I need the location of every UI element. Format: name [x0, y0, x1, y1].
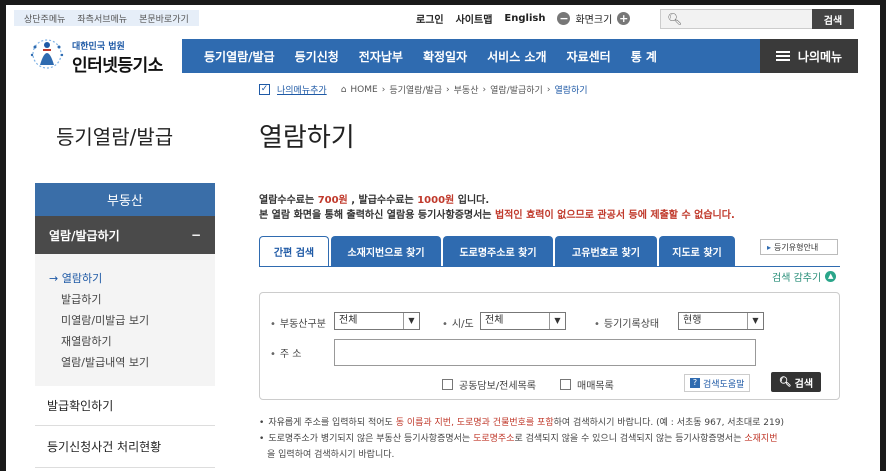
tab-simple-search[interactable]: 간편 검색: [259, 236, 329, 266]
skip-links: 상단주메뉴 좌측서브메뉴 본문바로가기: [14, 10, 199, 26]
site-logo[interactable]: 대한민국 법원 인터넷등기소: [26, 35, 176, 76]
english-link[interactable]: English: [504, 13, 545, 24]
breadcrumb-home[interactable]: HOME: [350, 85, 377, 95]
nav-item-statistics[interactable]: 통 계: [621, 48, 667, 65]
search-tabs: 간편 검색 소재지번으로 찾기 도로명주소로 찾기 고유번호로 찾기 지도로 찾…: [259, 236, 735, 266]
collapse-icon[interactable]: −: [191, 228, 201, 242]
hamburger-icon: [775, 49, 790, 63]
skip-link-content[interactable]: 본문바로가기: [139, 12, 189, 25]
sidebar-link-status[interactable]: 등기신청사건 처리현황: [35, 426, 215, 468]
breadcrumb-item[interactable]: 등기열람/발급: [389, 83, 442, 96]
hide-search-toggle[interactable]: 검색 감추기 ▲: [772, 269, 837, 284]
search-icon: 🔍︎: [778, 376, 792, 388]
sidebar-subitem-review[interactable]: 재열람하기: [49, 331, 215, 352]
top-search-input[interactable]: 🔍︎ 검색: [660, 9, 854, 29]
checkmark-icon: ✓: [259, 84, 270, 95]
search-notes: 자유롭게 주소를 입력하되 적어도 동 이름과 지번, 도로명과 건물번호를 포…: [259, 415, 859, 463]
property-type-label: 부동산구분: [270, 315, 326, 330]
search-form: 부동산구분 전체▼ 시/도 전체▼ 등기기록상태 현행▼ 주 소 공동담보/전세…: [259, 292, 840, 400]
search-help-button[interactable]: ? 검색도움말: [684, 374, 751, 392]
city-label: 시/도: [442, 315, 474, 330]
arrow-right-icon: ▸: [767, 242, 772, 252]
main-nav: 등기열람/발급 등기신청 전자납부 확정일자 서비스 소개 자료센터 통 계 나…: [182, 39, 858, 73]
checkbox-icon: [442, 379, 453, 390]
record-status-select[interactable]: 현행 ▼: [678, 312, 764, 330]
sitemap-link[interactable]: 사이트맵: [456, 11, 493, 26]
add-my-menu-link[interactable]: 나의메뉴추가: [277, 83, 327, 96]
sidebar-item-view-issue[interactable]: 열람/발급하기 −: [35, 216, 215, 254]
chevron-up-icon: ▲: [825, 271, 837, 282]
warning-line: 본 열람 화면을 통해 출력하신 열람용 등기사항증명서는 법적인 효력이 없으…: [259, 210, 735, 221]
question-icon: ?: [690, 378, 700, 388]
sidebar-subitem-unviewed[interactable]: 미열람/미발급 보기: [49, 310, 215, 331]
note-item: 자유롭게 주소를 입력하되 적어도 동 이름과 지번, 도로명과 건물번호를 포…: [259, 415, 859, 431]
nav-item-apply[interactable]: 등기신청: [285, 48, 349, 65]
note-item: 도로명주소가 병기되지 않은 부동산 등기사항증명서는 도로명주소로 검색되지 …: [259, 431, 859, 447]
tab-underline: [259, 266, 840, 267]
fee-notice: 열람수수료는 700원 , 발급수수료는 1000원 입니다. 본 열람 화면을…: [259, 193, 735, 223]
zoom-control: − 화면크기 +: [557, 11, 631, 26]
zoom-out-icon[interactable]: −: [557, 11, 571, 25]
court-emblem-icon: [30, 39, 64, 69]
tab-unique-number[interactable]: 고유번호로 찾기: [555, 236, 657, 266]
sidebar-item-label: 열람/발급하기: [49, 228, 120, 243]
search-button[interactable]: 🔍︎ 검색: [771, 372, 821, 392]
breadcrumb-separator: ›: [381, 84, 386, 95]
tab-lot-number[interactable]: 소재지번으로 찾기: [331, 236, 441, 266]
search-icon: 🔍︎: [667, 12, 683, 26]
sidebar-title: 등기열람/발급: [56, 125, 174, 149]
nav-item-service-intro[interactable]: 서비스 소개: [477, 48, 556, 65]
skip-link-side-menu[interactable]: 좌측서브메뉴: [77, 12, 127, 25]
nav-item-view-issue[interactable]: 등기열람/발급: [182, 48, 285, 65]
breadcrumb-item[interactable]: 부동산: [454, 83, 479, 96]
breadcrumb-separator: ›: [482, 84, 487, 95]
chevron-down-icon: ▼: [549, 313, 565, 329]
breadcrumb-separator: ›: [446, 84, 450, 95]
fee-line: 열람수수료는 700원 , 발급수수료는 1000원 입니다.: [259, 195, 490, 206]
nav-item-payment[interactable]: 전자납부: [349, 48, 413, 65]
my-menu-label: 나의메뉴: [797, 49, 843, 64]
tab-road-address[interactable]: 도로명주소로 찾기: [443, 236, 553, 266]
type-guide-button[interactable]: ▸ 등기유형안내: [760, 239, 838, 255]
tab-map[interactable]: 지도로 찾기: [659, 236, 735, 266]
breadcrumb-separator: ›: [546, 84, 551, 95]
utility-bar: 로그인 사이트맵 English − 화면크기 +: [416, 9, 631, 27]
joint-collateral-checkbox[interactable]: 공동담보/전세목록: [442, 377, 536, 392]
logo-title: 인터넷등기소: [72, 56, 163, 76]
sidebar-category[interactable]: 부동산: [35, 183, 215, 216]
zoom-in-icon[interactable]: +: [617, 11, 631, 25]
chevron-down-icon: ▼: [747, 313, 763, 329]
sidebar-subitem-view[interactable]: → 열람하기: [49, 268, 215, 289]
breadcrumb: ✓ 나의메뉴추가 ⌂ HOME › 등기열람/발급 › 부동산 › 열람/발급하…: [259, 83, 588, 96]
sidebar-subitem-history[interactable]: 열람/발급내역 보기: [49, 352, 215, 373]
skip-link-top-menu[interactable]: 상단주메뉴: [24, 12, 65, 25]
sidebar-subitem-issue[interactable]: 발급하기: [49, 289, 215, 310]
sidebar-submenu: → 열람하기 발급하기 미열람/미발급 보기 재열람하기 열람/발급내역 보기: [35, 254, 215, 386]
checkbox-icon: [560, 379, 571, 390]
breadcrumb-item[interactable]: 열람/발급하기: [490, 83, 543, 96]
address-label: 주 소: [270, 345, 302, 360]
top-search-button[interactable]: 검색: [812, 9, 854, 29]
home-icon: ⌂: [340, 84, 347, 95]
zoom-label: 화면크기: [575, 14, 613, 26]
breadcrumb-current: 열람하기: [554, 86, 588, 96]
page-title: 열람하기: [259, 123, 355, 153]
nav-item-resources[interactable]: 자료센터: [557, 48, 621, 65]
note-item-continued: 을 입력하여 검색하시기 바랍니다.: [267, 450, 395, 460]
nav-item-fixed-date[interactable]: 확정일자: [413, 48, 477, 65]
login-link[interactable]: 로그인: [416, 11, 444, 26]
record-status-label: 등기기록상태: [594, 315, 659, 330]
property-type-select[interactable]: 전체 ▼: [334, 312, 420, 330]
chevron-down-icon: ▼: [403, 313, 419, 329]
sidebar-link-verify[interactable]: 발급확인하기: [35, 386, 215, 426]
sale-list-checkbox[interactable]: 매매목록: [560, 377, 614, 392]
address-input[interactable]: [334, 339, 756, 366]
my-menu-button[interactable]: 나의메뉴: [760, 39, 858, 73]
city-select[interactable]: 전체 ▼: [480, 312, 566, 330]
browser-viewport: 상단주메뉴 좌측서브메뉴 본문바로가기 로그인 사이트맵 English − 화…: [6, 5, 880, 471]
